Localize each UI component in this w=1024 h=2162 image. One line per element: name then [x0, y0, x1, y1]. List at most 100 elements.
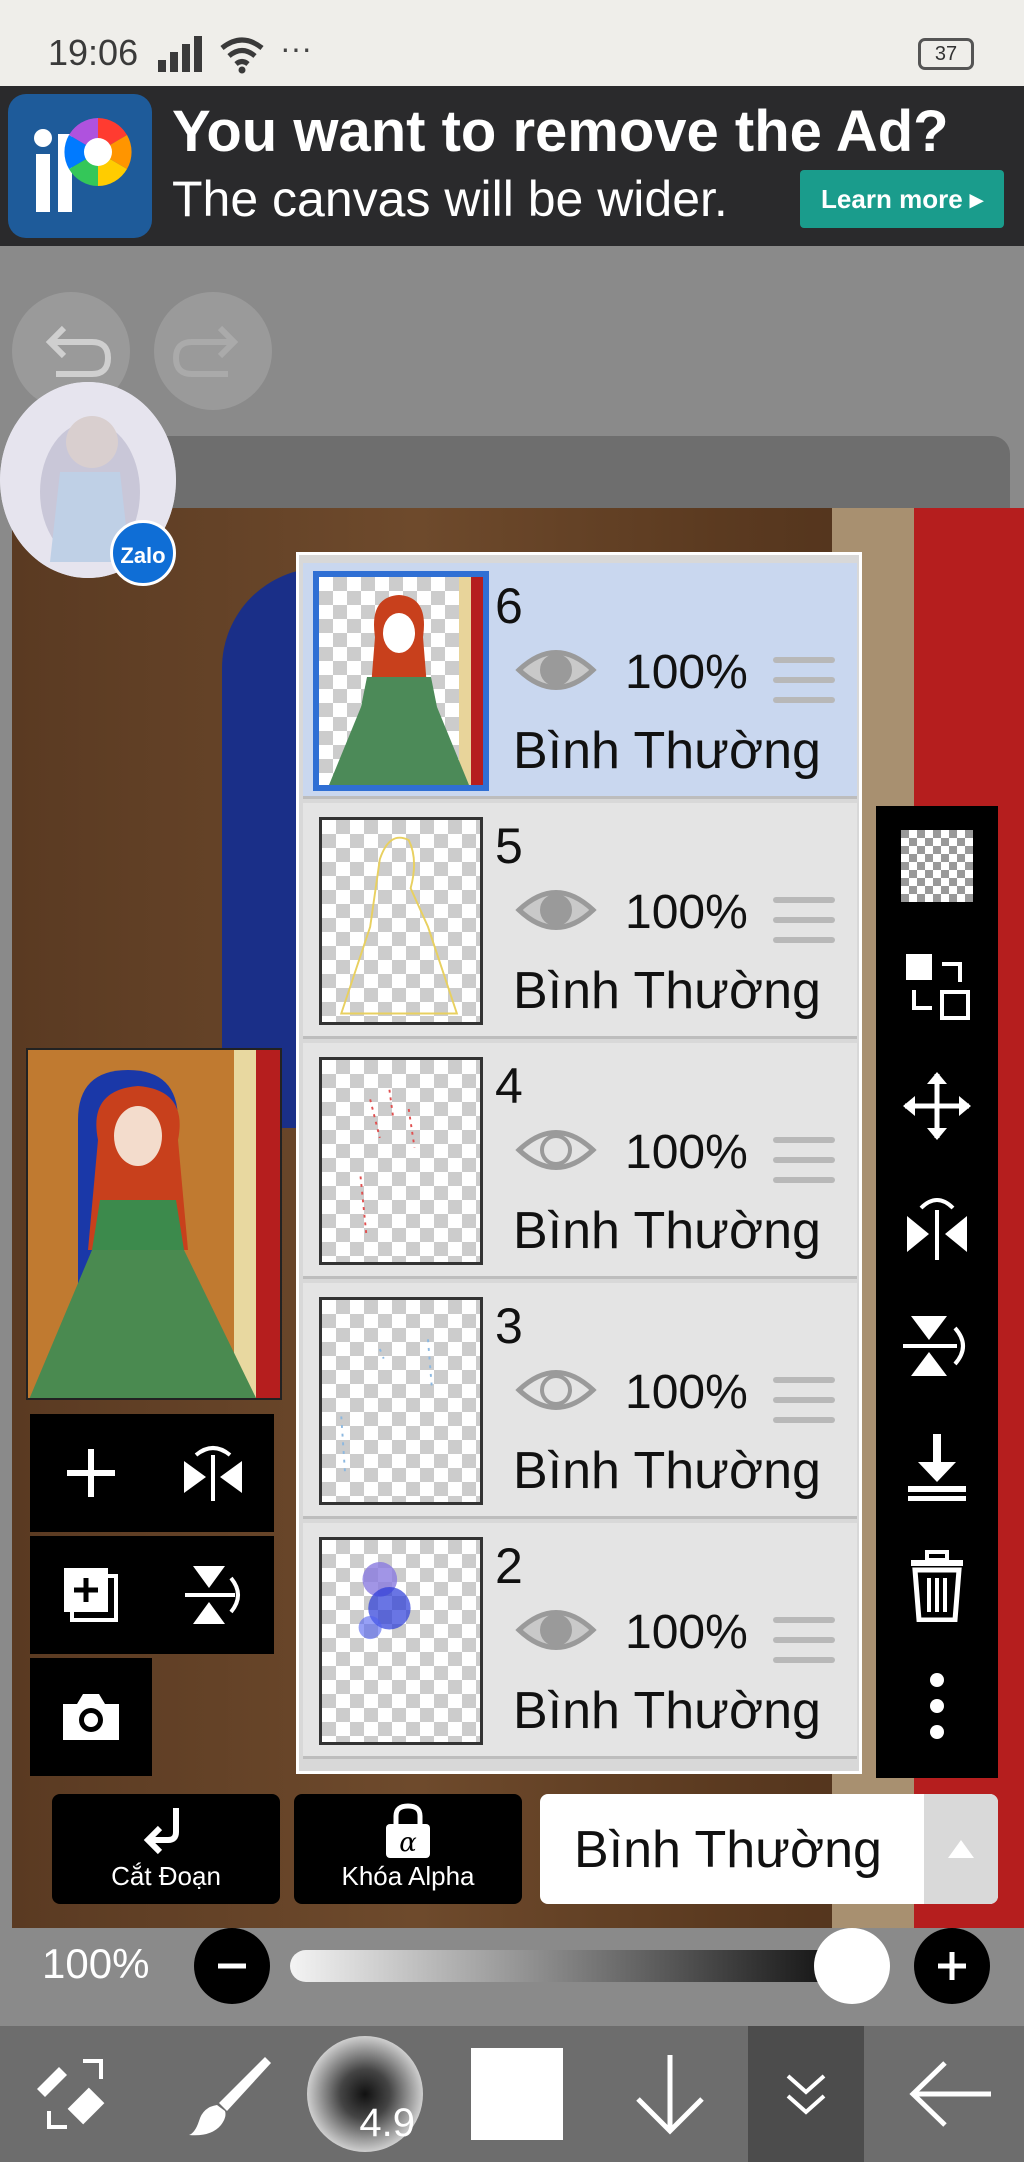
layer-row[interactable]: 5 100% Bình Thường: [303, 803, 857, 1039]
eye-icon[interactable]: [515, 1363, 597, 1417]
layer-opacity: 100%: [625, 1366, 748, 1419]
layer-number: 2: [495, 1538, 523, 1594]
layer-blend-mode: Bình Thường: [513, 1202, 821, 1260]
opacity-increase-button[interactable]: [914, 1928, 990, 2004]
right-toolbar: [876, 806, 998, 1778]
eye-icon[interactable]: [515, 1603, 597, 1657]
canvas-preview[interactable]: [26, 1048, 282, 1400]
layer-number: 3: [495, 1298, 523, 1354]
blend-mode-value: Bình Thường: [574, 1821, 882, 1879]
battery-indicator: 37: [918, 38, 974, 70]
alpha-lock-button[interactable]: α Khóa Alpha: [294, 1794, 522, 1904]
layer-row[interactable]: 4 100% Bình Thường: [303, 1043, 857, 1279]
brush-icon: [189, 2057, 271, 2136]
brush-eraser-swap-icon: [37, 2059, 105, 2129]
duplicate-layer-icon: [64, 1568, 118, 1622]
flip-layer-horizontal-button[interactable]: [876, 1166, 998, 1286]
opacity-value: 100%: [42, 1940, 150, 1987]
layer-blend-mode: Bình Thường: [513, 722, 821, 780]
layer-thumbnail: [313, 571, 489, 791]
eye-icon[interactable]: [515, 1123, 597, 1177]
flip-horizontal-button[interactable]: [152, 1414, 274, 1532]
drag-handle-icon[interactable]: [773, 897, 835, 947]
learn-more-button[interactable]: Learn more ▸: [800, 170, 1004, 228]
flip-vertical-icon: [903, 1316, 965, 1376]
layer-opacity: 100%: [625, 646, 748, 699]
redo-button[interactable]: [154, 292, 272, 410]
layer-number: 4: [495, 1058, 523, 1114]
status-bar: 19:06 ··· 37: [0, 0, 1024, 86]
ibispaint-logo-icon: [8, 94, 152, 238]
layer-row[interactable]: 2 100% Bình Thường: [303, 1523, 857, 1759]
more-options-button[interactable]: [876, 1646, 998, 1766]
plus-icon: [938, 1952, 966, 1980]
brush-tool-button[interactable]: [160, 2026, 300, 2162]
drag-handle-icon[interactable]: [773, 1617, 835, 1667]
flip-vertical-button[interactable]: [152, 1536, 274, 1654]
drag-handle-icon[interactable]: [773, 657, 835, 707]
layer-opacity: 100%: [625, 1126, 748, 1179]
blend-mode-select[interactable]: Bình Thường: [540, 1794, 998, 1904]
bottom-toolbar: 4.9: [0, 2026, 1024, 2162]
ad-banner[interactable]: You want to remove the Ad? The canvas wi…: [0, 86, 1024, 246]
layer-thumbnail: [319, 1057, 483, 1265]
swap-layers-button[interactable]: [876, 926, 998, 1046]
arrow-left-icon: [909, 2061, 991, 2127]
flip-vertical-icon: [185, 1566, 240, 1624]
status-time: 19:06: [48, 32, 139, 73]
camera-icon: [63, 1694, 119, 1740]
color-swatch-button[interactable]: [452, 2026, 582, 2162]
move-button[interactable]: [876, 1046, 998, 1166]
layer-panel-toggle-button[interactable]: [748, 2026, 864, 2162]
layer-blend-mode: Bình Thường: [513, 1682, 821, 1740]
zalo-badge: Zalo: [110, 520, 176, 586]
clipping-label: Cắt Đoạn: [111, 1861, 221, 1891]
delete-layer-button[interactable]: [876, 1526, 998, 1646]
layer-blend-mode: Bình Thường: [513, 962, 821, 1020]
alpha-lock-label: Khóa Alpha: [341, 1861, 475, 1891]
tool-switch-button[interactable]: [0, 2026, 140, 2162]
add-layer-button[interactable]: [30, 1414, 152, 1532]
layer-down-button[interactable]: [600, 2026, 740, 2162]
wifi-icon: [220, 37, 264, 74]
blend-mode-dropdown-button[interactable]: [924, 1794, 998, 1904]
drag-handle-icon[interactable]: [773, 1137, 835, 1187]
layer-thumbnail: [319, 817, 483, 1025]
lock-alpha-icon: α: [386, 1803, 430, 1858]
brush-size-button[interactable]: 4.9: [300, 2026, 430, 2162]
layer-blend-mode: Bình Thường: [513, 1442, 821, 1500]
merge-down-icon: [908, 1434, 966, 1501]
clipping-button[interactable]: Cắt Đoạn: [52, 1794, 280, 1904]
drag-handle-icon[interactable]: [773, 1377, 835, 1427]
layer-number: 5: [495, 818, 523, 874]
layer-opacity: 100%: [625, 886, 748, 939]
layer-row[interactable]: 3 100% Bình Thường: [303, 1283, 857, 1519]
layers-panel: 6 100% Bình Thường 5 100% Bình Thường 4 100% Bìn…: [296, 552, 862, 1774]
brush-size-value: 4.9: [359, 2101, 415, 2145]
layer-row[interactable]: 6 100% Bình Thường: [303, 563, 857, 799]
redo-icon: [172, 325, 239, 377]
clipping-icon: [143, 1808, 179, 1855]
merge-down-button[interactable]: [876, 1406, 998, 1526]
minus-icon: [218, 1963, 246, 1969]
opacity-slider-thumb[interactable]: [814, 1928, 890, 2004]
add-copy-layer-button[interactable]: [30, 1536, 152, 1654]
arrow-down-icon: [636, 2055, 704, 2135]
opacity-decrease-button[interactable]: [194, 1928, 270, 2004]
opacity-slider[interactable]: [290, 1950, 880, 1982]
ad-title: You want to remove the Ad?: [172, 99, 949, 164]
checkerboard-icon: [901, 830, 973, 902]
back-button[interactable]: [880, 2026, 1024, 2162]
eye-icon[interactable]: [515, 883, 597, 937]
plus-icon: [67, 1449, 115, 1497]
signal-icon: [158, 36, 206, 72]
layer-opacity: 100%: [625, 1606, 748, 1659]
camera-button[interactable]: [30, 1658, 152, 1776]
layer-number: 6: [495, 578, 523, 634]
flip-layer-vertical-button[interactable]: [876, 1286, 998, 1406]
eye-icon[interactable]: [515, 643, 597, 697]
transparent-layer-button[interactable]: [876, 806, 998, 926]
more-vertical-icon: [930, 1673, 944, 1739]
ad-subtitle: The canvas will be wider.: [172, 171, 728, 227]
trash-icon: [911, 1550, 963, 1622]
